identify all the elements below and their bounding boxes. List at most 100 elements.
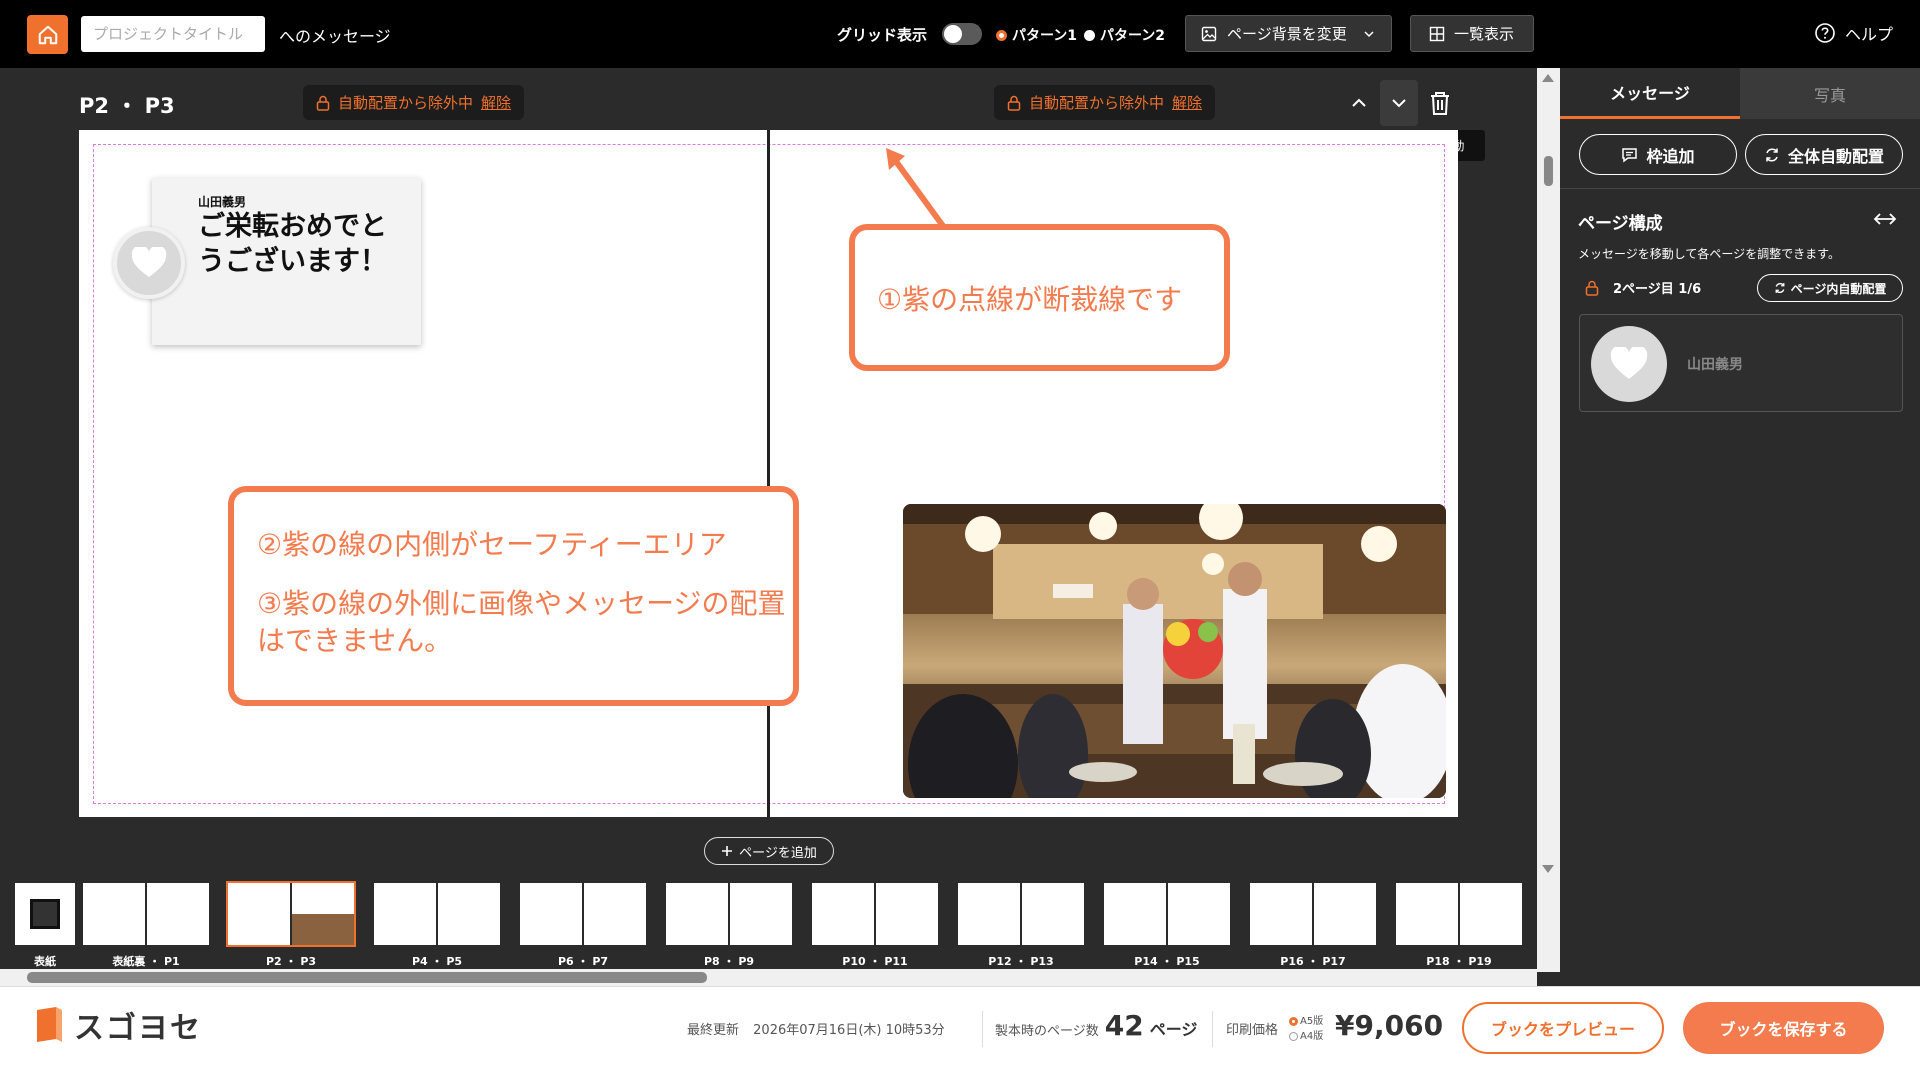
heart-icon [131,247,167,277]
thumb-pages [374,883,500,945]
divider [982,1011,983,1047]
help-button[interactable]: ヘルプ [1814,21,1893,45]
scroll-up-arrow[interactable] [1542,74,1554,82]
page-info-row: 2ページ目 1/6 [1585,278,1701,297]
thumb-page [958,883,1020,945]
delete-spread-button[interactable] [1422,84,1458,122]
last-updated: 最終更新 2026年07月16日(木) 10時53分 [687,1019,945,1038]
size-a5-option[interactable]: A5版 [1289,1014,1323,1029]
grid-label: グリッド表示 [837,26,928,44]
strip-scroll-thumb[interactable] [27,972,707,983]
thumb-page [1396,883,1458,945]
thumb-spread[interactable]: P4 ・ P5 [374,883,500,969]
thumb-spread[interactable]: P14 ・ P15 [1104,883,1230,969]
add-page-button[interactable]: ページを追加 [704,837,834,865]
grid-toggle[interactable] [942,23,982,45]
lock-icon [316,95,330,111]
chevron-down-icon [1364,30,1374,37]
thumb-spread[interactable]: 表紙裏 ・ P1 [83,883,209,969]
pattern2-label: パターン2 [1100,28,1166,44]
home-icon [38,25,57,44]
photo-frame[interactable] [903,504,1446,798]
thumb-pages [226,881,356,947]
add-frame-button[interactable]: 枠追加 [1579,134,1737,175]
lock-release-link[interactable]: 解除 [481,92,511,113]
pattern1-label: パターン1 [1012,28,1078,44]
help-label: ヘルプ [1845,25,1894,44]
page-thumbnail-strip: 表紙 表紙裏 ・ P1 P2 ・ P3 P4 ・ P5 P6 ・ P7 P8 ・… [0,879,1537,972]
expand-arrows-icon[interactable] [1873,211,1897,227]
message-list-item[interactable]: 山田義男 [1579,314,1903,412]
strip-vertical-scrollbar[interactable] [1537,879,1560,972]
thumb-spread[interactable]: P10 ・ P11 [812,883,938,969]
thumb-page [1104,883,1166,945]
thumb-page [15,883,75,945]
refresh-icon [1775,283,1785,293]
pattern2-radio[interactable]: パターン2 [1084,25,1165,45]
thumb-page [147,883,209,945]
lock-icon [1585,280,1599,296]
tab-message[interactable]: メッセージ [1560,68,1740,119]
chevron-up-icon [1352,98,1366,107]
thumb-label: P2 ・ P3 [265,955,317,968]
message-icon [1622,147,1638,162]
preview-book-button[interactable]: ブックをプレビュー [1462,1002,1664,1054]
thumb-spread[interactable]: P12 ・ P13 [958,883,1084,969]
page-auto-layout-button[interactable]: ページ内自動配置 [1757,274,1903,302]
strip-horizontal-scrollbar[interactable] [0,969,1537,986]
callout1-text: ①紫の点線が断裁線です [877,282,1183,316]
party-photo [903,504,1446,798]
radio-dot [1289,1016,1298,1026]
lock-release-link[interactable]: 解除 [1172,92,1202,113]
thumb-cover[interactable]: 表紙 [15,883,75,969]
thumb-label: P8 ・ P9 [703,955,755,968]
pages-label: 製本時のページ数 [995,1024,1099,1039]
save-book-button[interactable]: ブックを保存する [1683,1002,1884,1054]
thumb-spread[interactable]: P18 ・ P19 [1396,883,1522,969]
message-author: 山田義男 [198,195,247,209]
title-suffix: へのメッセージ [279,27,391,46]
thumb-spread[interactable]: P6 ・ P7 [520,883,646,969]
plus-icon [722,846,733,856]
bg-change-button[interactable]: ページ背景を変更 [1185,15,1392,52]
message-text: ご栄転おめでとうございます！ [198,211,387,277]
auto-layout-all-button[interactable]: 全体自動配置 [1745,134,1903,175]
grid-icon [1429,26,1445,41]
thumb-pages [812,883,938,945]
tab-photo[interactable]: 写真 [1740,68,1920,119]
add-frame-label: 枠追加 [1646,146,1695,166]
scroll-thumb[interactable] [1544,156,1553,186]
lock-status-left: 自動配置から除外中 解除 [303,85,525,120]
radio-dot [1289,1031,1298,1041]
message-card[interactable]: 山田義男 ご栄転おめでとうございます！ [152,178,421,345]
thumb-spread-active[interactable]: P2 ・ P3 [226,881,356,969]
page-auto-layout-label: ページ内自動配置 [1790,281,1887,296]
scroll-down-arrow[interactable] [1542,865,1554,873]
thumb-spread[interactable]: P16 ・ P17 [1250,883,1376,969]
thumb-page [438,883,500,945]
page-structure-desc: メッセージを移動して各ページを調整できます。 [1578,247,1840,261]
home-button[interactable] [27,15,68,54]
heart-icon [1610,347,1648,379]
editor-scrollbar[interactable] [1537,68,1560,879]
avatar [1591,326,1667,402]
pages-unit: ページ [1149,1020,1198,1039]
pattern1-radio[interactable]: パターン1 [996,25,1077,45]
size-a4-label: A4版 [1300,1031,1324,1042]
thumb-page [83,883,145,945]
thumb-page [730,883,792,945]
spread-canvas[interactable]: 山田義男 ご栄転おめでとうございます！ ①紫の点線が断裁線です ②紫の線の内側が… [79,130,1458,817]
thumb-page [666,883,728,945]
prev-spread-button[interactable] [1340,82,1378,124]
thumb-page [1460,883,1522,945]
size-a4-option[interactable]: A4版 [1289,1029,1323,1044]
lock-status-right: 自動配置から除外中 解除 [994,85,1216,120]
thumb-spread[interactable]: P8 ・ P9 [666,883,792,969]
project-title-input[interactable] [81,16,265,52]
list-view-label: 一覧表示 [1454,25,1515,43]
thumb-page [1168,883,1230,945]
next-spread-button[interactable] [1380,80,1418,126]
thumb-page [1250,883,1312,945]
list-view-button[interactable]: 一覧表示 [1410,15,1534,52]
thumb-page [292,883,354,945]
